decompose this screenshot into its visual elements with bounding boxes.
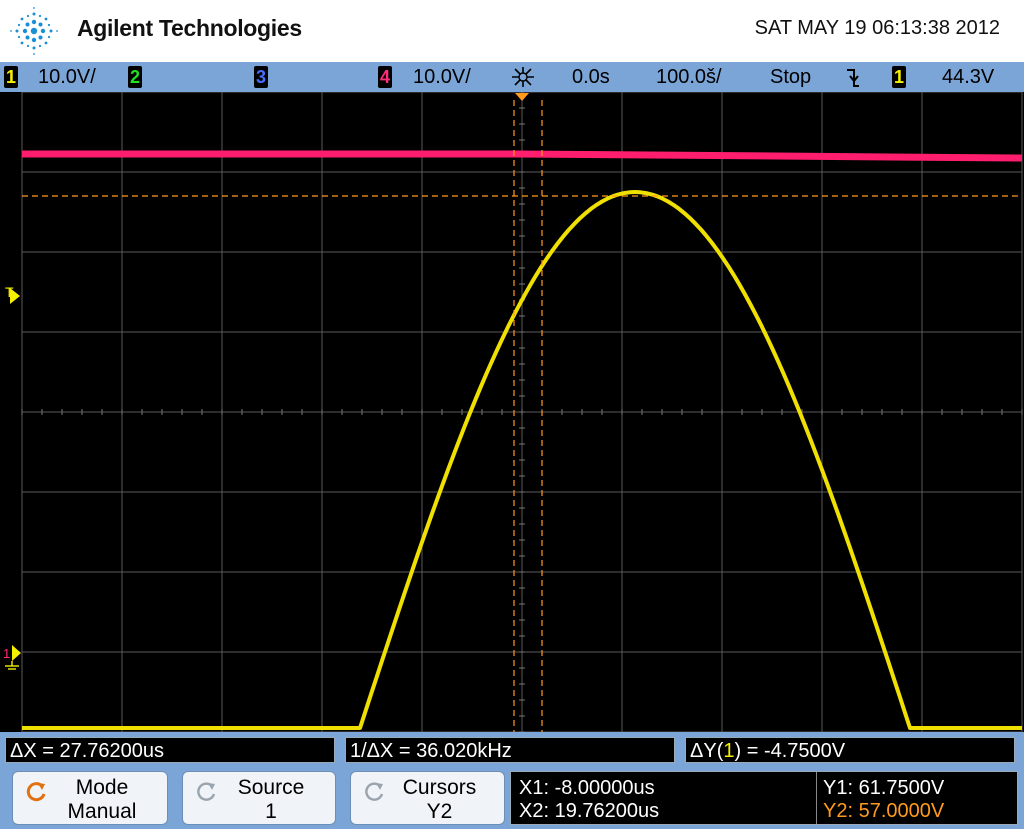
falling-edge-trigger-icon [847, 69, 859, 87]
cursors-softkey[interactable]: Cursors Y2 [350, 771, 505, 825]
cursors-value: Y2 [426, 800, 453, 823]
inverse-delta-x-readout: 1/ΔX = 36.020kHz [345, 737, 675, 763]
mode-softkey[interactable]: Mode Manual [12, 771, 168, 825]
x2-readout: X2: 19.76200us [519, 800, 660, 822]
delta-y-channel: 1 [723, 740, 735, 762]
delta-x-readout: ΔX = 27.76200us [5, 737, 335, 763]
softkey-bar: Mode Manual Source 1 Cursors Y2 X1: -8.0… [0, 767, 1024, 829]
channel-1-scale: 10.0V/ [38, 66, 96, 88]
header-bar: Agilent Technologies SAT MAY 19 06:13:38… [0, 0, 1024, 62]
delta-y-prefix: ΔY( [690, 740, 724, 762]
channel-4-badge[interactable]: 4 [378, 66, 392, 88]
mode-title: Mode [75, 776, 129, 799]
trigger-marker-label: T [5, 284, 14, 300]
time-scale: 100.0š/ [656, 66, 722, 88]
readout-divider [816, 772, 817, 824]
delta-y-value: ) = -4.7500V [734, 740, 846, 762]
channel-3-badge[interactable]: 3 [254, 66, 268, 88]
cursor-values-readout: X1: -8.00000us X2: 19.76200us Y1: 61.750… [510, 771, 1018, 825]
x1-readout: X1: -8.00000us [519, 777, 655, 799]
source-softkey[interactable]: Source 1 [182, 771, 336, 825]
trigger-level: 44.3V [942, 66, 995, 88]
trigger-source-badge[interactable]: 1 [892, 66, 906, 88]
channel-status-bar: 1 10.0V/ 2 3 4 10.0V/ 0.0s 100.0š/ Stop … [0, 62, 1024, 92]
channel-2-badge[interactable]: 2 [128, 66, 142, 88]
source-title: Source [237, 776, 305, 799]
delta-y-readout: ΔY(1) = -4.7500V [685, 737, 1015, 763]
channel-4-scale: 10.0V/ [413, 66, 471, 88]
cursors-title: Cursors [402, 776, 477, 799]
date-time: SAT MAY 19 06:13:38 2012 [754, 17, 1000, 39]
ground-marker-label: 1 [3, 646, 10, 661]
y2-readout: Y2: 57.0000V [823, 800, 945, 822]
channel-4-trace [22, 150, 1023, 162]
agilent-spark-logo-icon [10, 7, 58, 55]
cursor-measurement-bar: ΔX = 27.76200us 1/ΔX = 36.020kHz ΔY(1) =… [0, 732, 1024, 767]
brand-name: Agilent Technologies [77, 15, 302, 41]
mode-value: Manual [67, 800, 137, 823]
time-delay: 0.0s [572, 66, 610, 88]
y1-readout: Y1: 61.7500V [823, 777, 945, 799]
time-reference-icon [512, 67, 534, 87]
channel-1-badge[interactable]: 1 [4, 66, 18, 88]
run-state: Stop [770, 66, 812, 88]
source-value: 1 [265, 800, 277, 823]
waveform-display[interactable]: T 1 [0, 92, 1024, 732]
waveform-svg: T 1 [0, 92, 1024, 732]
